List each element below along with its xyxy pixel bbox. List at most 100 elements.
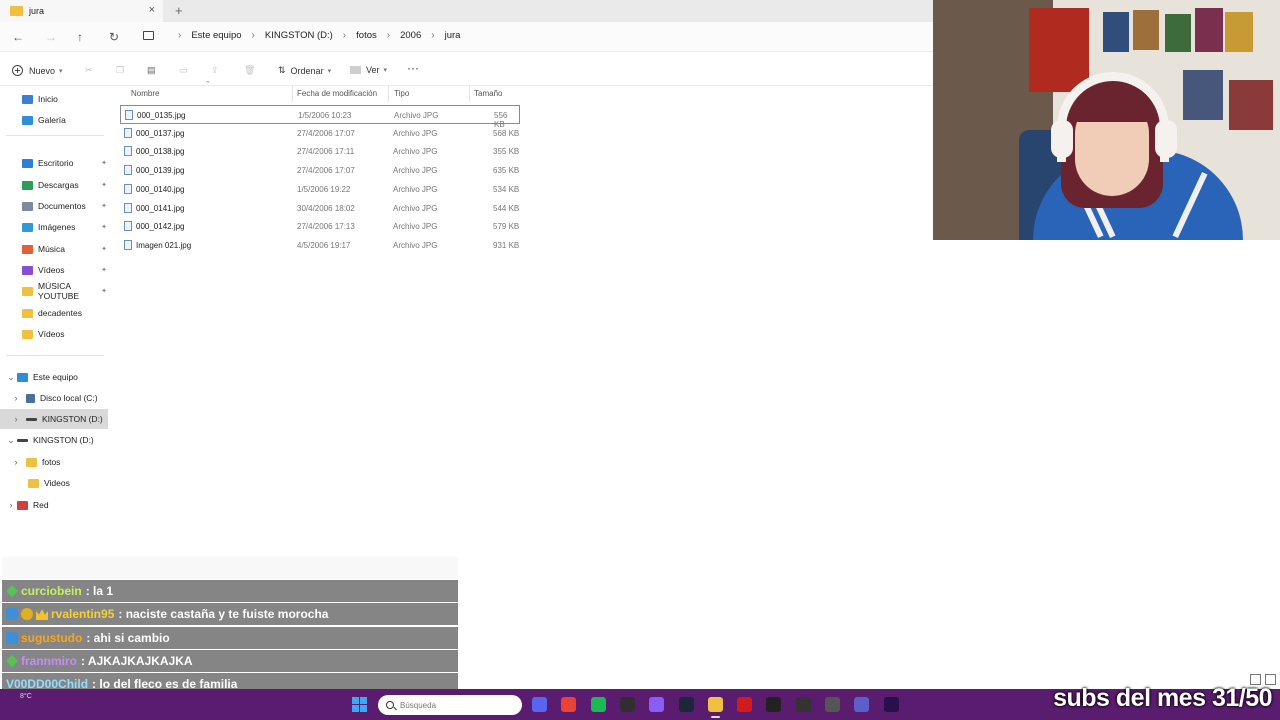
camera-app-icon[interactable] bbox=[766, 697, 781, 712]
jpg-file-icon bbox=[124, 184, 132, 194]
close-tab-icon[interactable]: × bbox=[149, 4, 155, 16]
chat-badge-icon bbox=[21, 608, 33, 620]
sidebar-item-este-equipo[interactable]: ⌄ Este equipo bbox=[0, 367, 112, 387]
delete-icon[interactable]: 🗑 bbox=[244, 65, 255, 76]
webcam-poster bbox=[1195, 8, 1223, 52]
sidebar-item-imagenes[interactable]: Imágenes ✦ bbox=[0, 217, 112, 237]
pin-icon: ✦ bbox=[101, 267, 107, 274]
file-type: Archivo JPG bbox=[393, 129, 438, 138]
sidebar-item-galeria[interactable]: Galería bbox=[0, 110, 112, 130]
file-type: Archivo JPG bbox=[393, 204, 438, 213]
column-separator[interactable] bbox=[292, 86, 293, 102]
column-header-size[interactable]: Tamaño bbox=[474, 89, 502, 98]
teams-icon[interactable] bbox=[854, 697, 869, 712]
sidebar-item-kingston[interactable]: ⌄ KINGSTON (D:) bbox=[0, 430, 112, 450]
file-row[interactable]: 000_0138.jpg 27/4/2006 17:11 Archivo JPG… bbox=[120, 142, 520, 161]
sidebar-item-inicio[interactable]: Inicio bbox=[0, 89, 112, 109]
column-header-name[interactable]: Nombre bbox=[131, 89, 159, 98]
breadcrumb-2006[interactable]: 2006 bbox=[400, 30, 421, 41]
chat-badge-icon bbox=[36, 609, 48, 620]
column-header-type[interactable]: Tipo bbox=[394, 89, 409, 98]
notion-icon[interactable] bbox=[796, 697, 811, 712]
sidebar-item-label: decadentes bbox=[38, 308, 82, 318]
back-button[interactable]: ← bbox=[12, 30, 24, 44]
sidebar-item-videos-folder[interactable]: Vídeos bbox=[0, 324, 112, 344]
premiere-icon[interactable] bbox=[884, 697, 899, 712]
streamlabs-icon[interactable] bbox=[649, 697, 664, 712]
forward-button[interactable]: → bbox=[45, 30, 57, 44]
breadcrumb-este-equipo[interactable]: Este equipo bbox=[191, 30, 241, 41]
breadcrumb-kingston[interactable]: KINGSTON (D:) bbox=[265, 30, 333, 41]
chatgpt-icon[interactable] bbox=[825, 697, 840, 712]
computer-icon bbox=[143, 31, 154, 40]
sidebar-item-videos[interactable]: Vídeos ✦ bbox=[0, 260, 112, 280]
jpg-file-icon bbox=[124, 203, 132, 213]
column-separator[interactable] bbox=[469, 86, 470, 102]
sidebar-item-disco-local[interactable]: › Disco local (C:) bbox=[0, 388, 112, 408]
sidebar-item-musica[interactable]: Música ✦ bbox=[0, 239, 112, 259]
tab-jura[interactable]: jura × bbox=[0, 0, 163, 22]
up-button[interactable]: ↑ bbox=[77, 30, 83, 44]
chevron-down-icon[interactable]: ⌄ bbox=[5, 372, 17, 383]
steam-icon[interactable] bbox=[679, 697, 694, 712]
weather-readout[interactable]: 8°C bbox=[20, 693, 32, 700]
sidebar-item-descargas[interactable]: Descargas ✦ bbox=[0, 175, 112, 195]
file-row[interactable]: 000_0137.jpg 27/4/2006 17:07 Archivo JPG… bbox=[120, 124, 520, 143]
chevron-down-icon[interactable]: ⌄ bbox=[5, 435, 17, 446]
taskbar-search-input[interactable]: Búsqueda bbox=[378, 695, 522, 715]
file-row[interactable]: 000_0141.jpg 30/4/2006 18:02 Archivo JPG… bbox=[120, 199, 520, 218]
chevron-right-icon: › bbox=[178, 30, 182, 41]
discord-icon[interactable] bbox=[532, 697, 547, 712]
share-icon[interactable]: ⇪ bbox=[211, 65, 219, 76]
chat-message: frannmiro: AJKAJKAJKAJKA bbox=[2, 650, 458, 672]
chevron-right-icon[interactable]: › bbox=[10, 414, 22, 424]
file-row[interactable]: Imagen 021.jpg 4/5/2006 19:17 Archivo JP… bbox=[120, 236, 520, 255]
jpg-file-icon bbox=[125, 110, 133, 120]
sidebar-item-documentos[interactable]: Documentos ✦ bbox=[0, 196, 112, 216]
rename-icon[interactable]: ▭ bbox=[179, 65, 188, 76]
column-header-date[interactable]: Fecha de modificación bbox=[297, 89, 377, 98]
sidebar-item-escritorio[interactable]: Escritorio ✦ bbox=[0, 153, 112, 173]
pin-app-icon[interactable] bbox=[737, 697, 752, 712]
new-tab-button[interactable]: + bbox=[175, 3, 183, 18]
obs-icon[interactable] bbox=[620, 697, 635, 712]
cut-icon[interactable]: ✂ bbox=[85, 65, 93, 76]
pin-icon: ✦ bbox=[101, 182, 107, 189]
chat-message: rvalentin95: naciste castaña y te fuiste… bbox=[2, 603, 458, 625]
file-explorer-icon[interactable] bbox=[708, 697, 723, 718]
file-row[interactable]: 000_0135.jpg 1/5/2006 10:23 Archivo JPG … bbox=[120, 105, 520, 129]
chevron-right-icon[interactable]: › bbox=[5, 500, 17, 510]
file-date: 30/4/2006 18:02 bbox=[297, 204, 355, 213]
file-row[interactable]: 000_0142.jpg 27/4/2006 17:13 Archivo JPG… bbox=[120, 217, 520, 236]
sidebar-item-decadentes[interactable]: decadentes bbox=[0, 303, 112, 323]
spotify-icon[interactable] bbox=[591, 697, 606, 712]
new-button[interactable]: Nuevo ▾ bbox=[12, 65, 63, 76]
file-row[interactable]: 000_0139.jpg 27/4/2006 17:07 Archivo JPG… bbox=[120, 161, 520, 180]
music-icon bbox=[22, 244, 33, 254]
sort-ascending-icon: ⌃ bbox=[205, 81, 211, 88]
more-options-button[interactable]: ··· bbox=[407, 61, 419, 75]
sort-button[interactable]: ⇅ Ordenar ▾ bbox=[278, 65, 331, 76]
chevron-right-icon[interactable]: › bbox=[10, 457, 22, 467]
column-separator[interactable] bbox=[388, 86, 389, 102]
sidebar-item-musica-youtube[interactable]: MÚSICA YOUTUBE ✦ bbox=[0, 281, 112, 301]
chevron-right-icon[interactable]: › bbox=[10, 393, 22, 403]
downloads-icon bbox=[22, 180, 33, 190]
copy-icon[interactable]: ❐ bbox=[116, 65, 124, 76]
paste-icon[interactable]: ▤ bbox=[147, 65, 156, 76]
view-button[interactable]: Ver ▾ bbox=[350, 65, 387, 75]
sidebar-item-videos-drive[interactable]: Videos bbox=[0, 473, 112, 493]
windows-start-icon[interactable] bbox=[352, 697, 367, 712]
breadcrumb-fotos[interactable]: fotos bbox=[356, 30, 377, 41]
file-row[interactable]: 000_0140.jpg 1/5/2006 19:22 Archivo JPG … bbox=[120, 180, 520, 199]
refresh-button[interactable]: ↻ bbox=[109, 30, 119, 44]
view-icon bbox=[350, 66, 361, 74]
sidebar-item-red[interactable]: › Red bbox=[0, 495, 112, 515]
file-name: 000_0141.jpg bbox=[136, 204, 185, 213]
chat-text: : ahi si cambio bbox=[86, 631, 170, 645]
breadcrumb-jura[interactable]: jura bbox=[445, 30, 461, 41]
sidebar-item-fotos[interactable]: › fotos bbox=[0, 452, 112, 472]
chrome-icon[interactable] bbox=[561, 697, 576, 712]
file-date: 4/5/2006 19:17 bbox=[297, 241, 351, 250]
sidebar-item-kingston-selected[interactable]: › KINGSTON (D:) bbox=[0, 409, 108, 429]
